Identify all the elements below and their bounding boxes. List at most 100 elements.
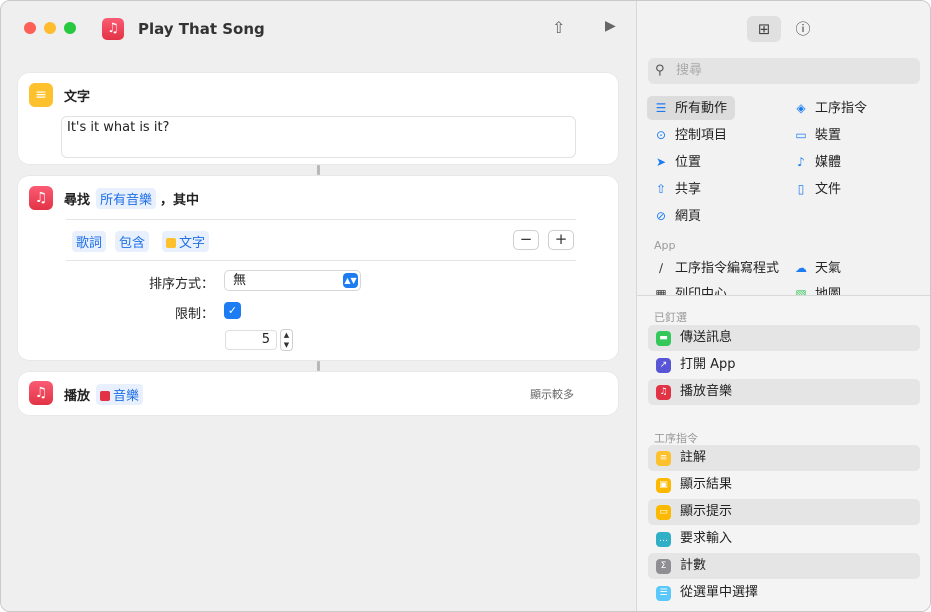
app-weather[interactable]: ☁ 天氣 xyxy=(787,256,897,280)
app-print-center[interactable]: ▦ 列印中心 xyxy=(647,282,787,295)
chevron-up-down-icon: ▲▼ xyxy=(343,273,358,288)
sort-label: 排序方式： xyxy=(149,277,215,292)
app-label: 地圖 xyxy=(815,287,842,295)
divider xyxy=(66,219,576,220)
info-icon[interactable]: ⓘ xyxy=(786,16,820,42)
row-label: 計數 xyxy=(680,558,707,573)
scripting-item-show-alert[interactable]: ▭ 顯示提示 xyxy=(648,499,920,525)
map-icon: ▧ xyxy=(795,287,807,295)
limit-number-field[interactable]: 5 xyxy=(225,330,277,350)
scripting-item-ask-input[interactable]: … 要求輸入 xyxy=(648,526,920,552)
category-label: 文件 xyxy=(815,182,842,197)
document-icon: ▯ xyxy=(797,182,805,196)
scripting-item-show-result[interactable]: ▣ 顯示結果 xyxy=(648,472,920,498)
action-library-sidebar: ⊞ ⓘ ⚲ 搜尋 ☰ 所有動作 ◈ 工序指令 ⊙ 控制項目 ▭ 裝置 ➤ 位置 ♪ 媒體 ⇧… xyxy=(636,1,930,611)
speech-bubble-icon: … xyxy=(656,532,671,547)
category-label: 工序指令 xyxy=(815,101,868,116)
text-action-card[interactable]: ≡ 文字 It's it what is it? xyxy=(18,73,618,164)
run-icon[interactable]: ▶ xyxy=(605,18,616,34)
text-lines-icon: ≡ xyxy=(656,451,671,466)
limit-checkbox[interactable]: ✓ xyxy=(224,302,241,319)
row-label: 從選單中選擇 xyxy=(680,585,759,600)
share-icon: ⇧ xyxy=(655,182,667,196)
location-icon: ➤ xyxy=(655,155,667,169)
category-label: 媒體 xyxy=(815,155,842,170)
result-icon: ▣ xyxy=(656,478,671,493)
compass-icon: ⊘ xyxy=(655,209,667,223)
zoom-button[interactable] xyxy=(64,22,76,34)
row-label: 顯示結果 xyxy=(680,477,733,492)
row-label: 顯示提示 xyxy=(680,504,733,519)
row-label: 註解 xyxy=(680,450,707,465)
share-icon[interactable]: ⇧ xyxy=(552,18,565,37)
sort-select[interactable]: 無 ▲▼ xyxy=(224,270,361,291)
shortcuts-window: ♫ Play That Song ⇧ ▶ ≡ 文字 It's it what i… xyxy=(0,0,931,612)
add-filter-button[interactable]: + xyxy=(548,230,574,250)
divider xyxy=(66,260,576,261)
music-note-icon: ♫ xyxy=(29,186,53,210)
play-music-action-card[interactable]: ♫ 播放 音樂 顯示較多 xyxy=(18,372,618,415)
text-input[interactable]: It's it what is it? xyxy=(61,116,576,158)
category-sharing[interactable]: ⇧ 共享 xyxy=(647,177,757,201)
category-documents[interactable]: ▯ 文件 xyxy=(787,177,897,201)
limit-label: 限制： xyxy=(175,307,215,322)
category-web[interactable]: ⊘ 網頁 xyxy=(647,204,757,228)
list-icon: ☰ xyxy=(655,101,667,115)
music-note-icon xyxy=(100,391,110,401)
close-button[interactable] xyxy=(24,22,36,34)
sort-value: 無 xyxy=(233,273,247,288)
window-title: Play That Song xyxy=(138,20,265,38)
category-shortcuts[interactable]: ◈ 工序指令 xyxy=(787,96,897,120)
category-location[interactable]: ➤ 位置 xyxy=(647,150,757,174)
category-controls[interactable]: ⊙ 控制項目 xyxy=(647,123,757,147)
remove-filter-button[interactable]: − xyxy=(513,230,539,250)
printer-icon: ▦ xyxy=(655,287,667,295)
pencil-icon: ∕ xyxy=(658,261,664,275)
search-icon: ⚲ xyxy=(655,63,665,78)
scripting-item-choose-from-menu[interactable]: ☰ 從選單中選擇 xyxy=(648,580,920,606)
action-connector xyxy=(317,165,320,175)
search-input[interactable]: ⚲ 搜尋 xyxy=(648,58,920,84)
limit-stepper[interactable]: ▲ ▼ xyxy=(280,329,293,351)
category-label: 所有動作 xyxy=(675,101,728,116)
find-suffix: ，其中 xyxy=(160,193,200,208)
category-media[interactable]: ♪ 媒體 xyxy=(787,150,897,174)
pinned-item-open-app[interactable]: ↗ 打開 App xyxy=(648,352,920,378)
toggle-icon: ⊙ xyxy=(655,128,667,142)
music-token[interactable]: 音樂 xyxy=(96,384,144,405)
app-label: 列印中心 xyxy=(675,287,728,295)
filter-value-label: 文字 xyxy=(179,236,206,251)
scripting-item-comment[interactable]: ≡ 註解 xyxy=(648,445,920,471)
category-device[interactable]: ▭ 裝置 xyxy=(787,123,897,147)
music-note-icon: ♫ xyxy=(656,385,671,400)
app-maps[interactable]: ▧ 地圖 xyxy=(787,282,897,295)
pinned-item-play-music[interactable]: ♫ 播放音樂 xyxy=(648,379,920,405)
pinned-item-send-message[interactable]: ▬ 傳送訊息 xyxy=(648,325,920,351)
arrow-up-right-icon: ↗ xyxy=(656,358,671,373)
editor-pane: ♫ Play That Song ⇧ ▶ ≡ 文字 It's it what i… xyxy=(1,1,636,611)
add-action-icon[interactable]: ⊞ xyxy=(747,16,781,42)
menu-icon: ☰ xyxy=(656,586,671,601)
category-label: 裝置 xyxy=(815,128,842,143)
alert-icon: ▭ xyxy=(656,505,671,520)
music-note-icon: ♫ xyxy=(29,381,53,405)
filter-field-token[interactable]: 歌詞 xyxy=(72,231,107,252)
filter-operator-token[interactable]: 包含 xyxy=(115,231,150,252)
app-label: 天氣 xyxy=(815,261,842,276)
show-more-button[interactable]: 顯示較多 xyxy=(530,386,574,402)
filter-value-token[interactable]: 文字 xyxy=(162,231,210,252)
category-all-actions[interactable]: ☰ 所有動作 xyxy=(647,96,735,120)
scripting-item-count[interactable]: Σ 計數 xyxy=(648,553,920,579)
minimize-button[interactable] xyxy=(44,22,56,34)
scripting-section-header: 工序指令 xyxy=(654,432,698,445)
row-label: 打開 App xyxy=(680,357,736,372)
find-music-action-card[interactable]: ♫ 尋找 所有音樂 ，其中 歌詞 包含 文字 − + 排序方式： 無 ▲▼ 限制：… xyxy=(18,176,618,360)
pinned-section-header: 已釘選 xyxy=(654,311,687,324)
source-token[interactable]: 所有音樂 xyxy=(96,188,157,209)
text-lines-icon: ≡ xyxy=(29,83,53,107)
app-shortcuts-editor[interactable]: ∕ 工序指令編寫程式 xyxy=(647,256,797,280)
music-token-label: 音樂 xyxy=(113,389,140,404)
app-section-header: App xyxy=(654,239,676,252)
action-connector xyxy=(317,361,320,371)
shortcuts-icon: ◈ xyxy=(796,101,806,115)
